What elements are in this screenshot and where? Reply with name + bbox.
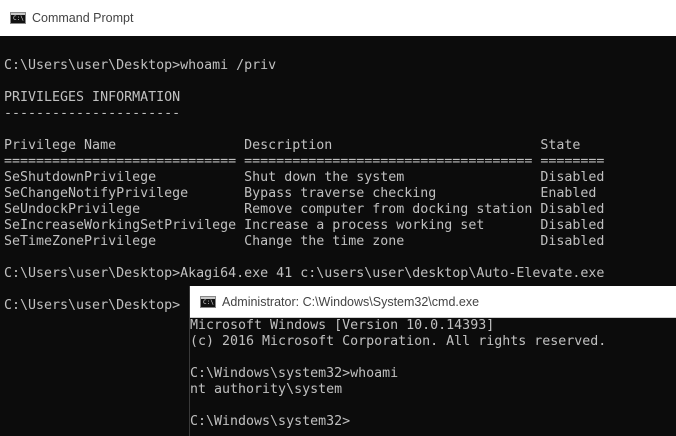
window-title: Command Prompt <box>32 11 134 25</box>
console-line: SeIncreaseWorkingSetPrivilege Increase a… <box>4 218 605 233</box>
console-line: (c) 2016 Microsoft Corporation. All righ… <box>190 334 607 349</box>
console-line: Microsoft Windows [Version 10.0.14393] <box>190 318 495 333</box>
title-bar[interactable]: C:\ Command Prompt <box>0 0 676 36</box>
console-line: C:\Users\user\Desktop>Akagi64.exe 41 c:\… <box>4 266 605 281</box>
console-line: Privilege Name Description State <box>4 138 581 153</box>
command-prompt-icon: C:\ <box>10 12 26 24</box>
console-line: C:\Windows\system32> <box>190 414 351 429</box>
console-line: nt authority\system <box>190 382 343 397</box>
admin-console-output[interactable]: Microsoft Windows [Version 10.0.14393] (c… <box>190 318 676 430</box>
console-output[interactable]: C:\Users\user\Desktop>whoami /priv PRIVIL… <box>4 42 676 314</box>
console-line: PRIVILEGES INFORMATION <box>4 90 181 105</box>
console-line: ---------------------- <box>4 106 181 121</box>
console-line: SeShutdownPrivilege Shut down the system… <box>4 170 605 185</box>
console-line: ============================= ==========… <box>4 154 605 169</box>
admin-command-prompt-window[interactable]: C:\ Administrator: C:\Windows\System32\c… <box>189 286 676 436</box>
console-line: SeTimeZonePrivilege Change the time zone… <box>4 234 605 249</box>
console-line: SeChangeNotifyPrivilege Bypass traverse … <box>4 186 597 201</box>
console-line: SeUndockPrivilege Remove computer from d… <box>4 202 605 217</box>
command-prompt-icon: C:\ <box>200 295 216 308</box>
console-line: C:\Windows\system32>whoami <box>190 366 399 381</box>
admin-window-title: Administrator: C:\Windows\System32\cmd.e… <box>222 294 480 309</box>
admin-title-bar[interactable]: C:\ Administrator: C:\Windows\System32\c… <box>190 286 676 318</box>
console-line: C:\Users\user\Desktop>whoami /priv <box>4 58 277 73</box>
